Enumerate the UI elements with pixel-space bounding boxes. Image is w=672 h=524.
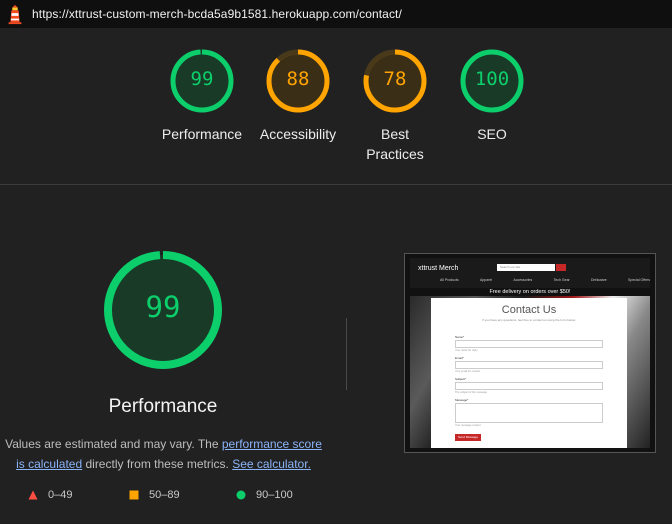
gauge-label-line1: Performance <box>161 126 243 142</box>
thumb-contact-card: Contact Us If you have any questions, fe… <box>431 298 627 448</box>
performance-score: 99 <box>145 290 181 324</box>
thumb-field-label: Subject* <box>455 377 467 381</box>
thumb-send-button: Send Message <box>455 434 481 441</box>
thumb-field-input <box>455 340 603 348</box>
thumb-title: Contact Us <box>501 304 557 316</box>
thumb-field-input <box>455 382 603 390</box>
square-icon <box>129 490 139 500</box>
gauge-label-line1: SEO <box>477 126 507 142</box>
legend-label: 50–89 <box>149 489 180 501</box>
score-legend: 0–49 50–89 90–100 <box>0 489 340 505</box>
gauge-label: SEO <box>442 124 542 144</box>
thumb-field-input <box>455 361 603 369</box>
address-bar: https://xttrust-custom-merch-bcda5a9b158… <box>0 0 672 28</box>
page-url[interactable]: https://xttrust-custom-merch-bcda5a9b158… <box>32 7 402 21</box>
estimate-note: Values are estimated and may vary. The p… <box>0 434 327 474</box>
gauge-performance[interactable]: 99 Performance <box>152 48 252 144</box>
thumb-field-textarea <box>455 403 603 423</box>
thumb-menu-item: Drinkware <box>590 278 607 282</box>
final-screenshot-thumbnail[interactable]: xttrust Merch Search our site All Produc… <box>404 253 656 453</box>
gauge-label-line1: Best <box>380 126 409 142</box>
gauge-score: 100 <box>474 68 510 90</box>
section-divider <box>0 184 672 185</box>
thumb-field-label: Message* <box>455 398 469 402</box>
thumb-promo-banner: Free delivery on orders over $50! <box>410 288 650 296</box>
thumb-search-input: Search our site <box>497 264 555 271</box>
thumb-field-label: Name* <box>455 335 465 339</box>
legend-label: 0–49 <box>48 489 73 501</box>
thumb-field-help: Your name for reply <box>455 349 478 352</box>
note-text-middle: directly from these metrics. <box>82 457 233 471</box>
gauge-score: 78 <box>383 68 407 90</box>
gauge-label-line2: Practices <box>366 146 424 162</box>
vertical-divider <box>346 318 347 390</box>
note-text: Values are estimated and may vary. The <box>5 437 222 451</box>
thumb-field-help: The subject of the message <box>455 391 487 394</box>
thumb-navbar: xttrust Merch Search our site All Produc… <box>410 258 650 288</box>
circle-icon <box>236 490 246 500</box>
gauge-label-line1: Accessibility <box>259 126 337 142</box>
gauge-score: 99 <box>190 68 214 90</box>
category-gauges: 99 Performance 88 Accessibility 78 Best P… <box>0 48 672 178</box>
thumb-search-button <box>556 264 566 271</box>
thumb-menu-item: All Products <box>440 278 459 282</box>
thumb-menu-item: Tech Gear <box>553 278 570 282</box>
gauge-label: Best Practices <box>345 124 445 164</box>
thumb-field-help: Your message content <box>455 424 481 427</box>
see-calculator-link[interactable]: See calculator. <box>232 457 311 471</box>
performance-title: Performance <box>108 396 218 417</box>
thumb-field-label: Email* <box>455 356 464 360</box>
legend-label: 90–100 <box>256 489 293 501</box>
gauge-label: Accessibility <box>248 124 348 144</box>
gauge-accessibility[interactable]: 88 Accessibility <box>248 48 348 144</box>
thumb-menu-item: Special Offers <box>628 278 650 282</box>
thumb-subtitle: If you have any questions, feel free to … <box>482 318 576 322</box>
thumb-menu: All Products Apparel Accessories Tech Ge… <box>440 278 650 282</box>
legend-pass: 90–100 <box>236 489 293 501</box>
legend-average: 50–89 <box>129 489 180 501</box>
gauge-label: Performance <box>152 124 252 144</box>
triangle-icon <box>28 490 38 500</box>
legend-fail: 0–49 <box>28 489 72 501</box>
gauge-best-practices[interactable]: 78 Best Practices <box>345 48 445 164</box>
thumb-menu-item: Accessories <box>513 278 533 282</box>
gauge-score: 88 <box>286 68 310 90</box>
thumb-menu-item: Apparel <box>479 278 493 282</box>
thumb-brand: xttrust Merch <box>418 265 459 272</box>
thumb-search-placeholder: Search our site <box>500 265 521 269</box>
gauge-seo[interactable]: 100 SEO <box>442 48 542 144</box>
lighthouse-icon <box>8 4 22 25</box>
thumb-field-help: Your email for contact <box>455 370 480 373</box>
